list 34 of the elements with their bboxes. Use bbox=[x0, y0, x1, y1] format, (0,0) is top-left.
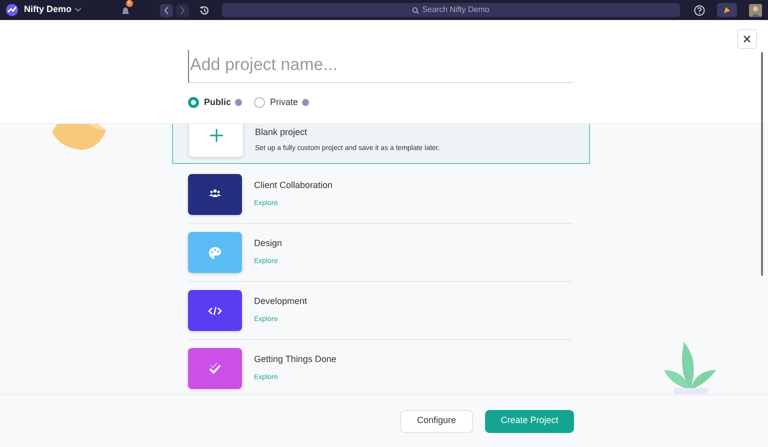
bell-icon[interactable] bbox=[120, 6, 130, 16]
template-tile[interactable] bbox=[188, 232, 242, 273]
template-tile[interactable] bbox=[188, 290, 242, 331]
search-field[interactable]: Search Nifty Demo bbox=[222, 3, 680, 17]
template-tile[interactable] bbox=[188, 174, 242, 215]
template-title: Getting Things Done bbox=[254, 352, 336, 366]
template-title: Development bbox=[254, 294, 308, 308]
checkmark-icon bbox=[208, 362, 222, 376]
plus-icon bbox=[210, 128, 222, 142]
search-icon bbox=[412, 6, 420, 14]
template-title: Blank project bbox=[255, 126, 308, 139]
visibility-radio[interactable]: Public bbox=[188, 96, 232, 109]
help-icon[interactable] bbox=[694, 4, 705, 16]
history-icon[interactable] bbox=[198, 4, 210, 16]
avatar[interactable] bbox=[749, 4, 762, 16]
close-button[interactable] bbox=[737, 29, 757, 49]
back-button[interactable] bbox=[160, 4, 173, 16]
visibility-radio[interactable]: Private bbox=[254, 96, 298, 109]
close-icon bbox=[743, 35, 751, 43]
chevron-right-icon bbox=[180, 6, 185, 14]
logo-icon bbox=[6, 4, 18, 16]
scrollbar[interactable] bbox=[761, 52, 763, 276]
configure-button[interactable]: Configure bbox=[400, 410, 473, 432]
palette-icon bbox=[208, 246, 222, 260]
template-title: Client Collaboration bbox=[254, 178, 333, 192]
create-project-button[interactable]: Create Project bbox=[485, 410, 574, 432]
template-tile[interactable] bbox=[188, 348, 242, 389]
workspace-switcher[interactable]: Nifty Demo bbox=[24, 3, 81, 17]
caret-icon bbox=[74, 8, 81, 12]
cone-icon bbox=[723, 6, 731, 14]
project-name-field[interactable]: Add project name... bbox=[188, 50, 573, 82]
template-title: Design bbox=[254, 236, 282, 250]
party-button[interactable] bbox=[717, 3, 737, 17]
chevron-left-icon bbox=[164, 6, 169, 14]
